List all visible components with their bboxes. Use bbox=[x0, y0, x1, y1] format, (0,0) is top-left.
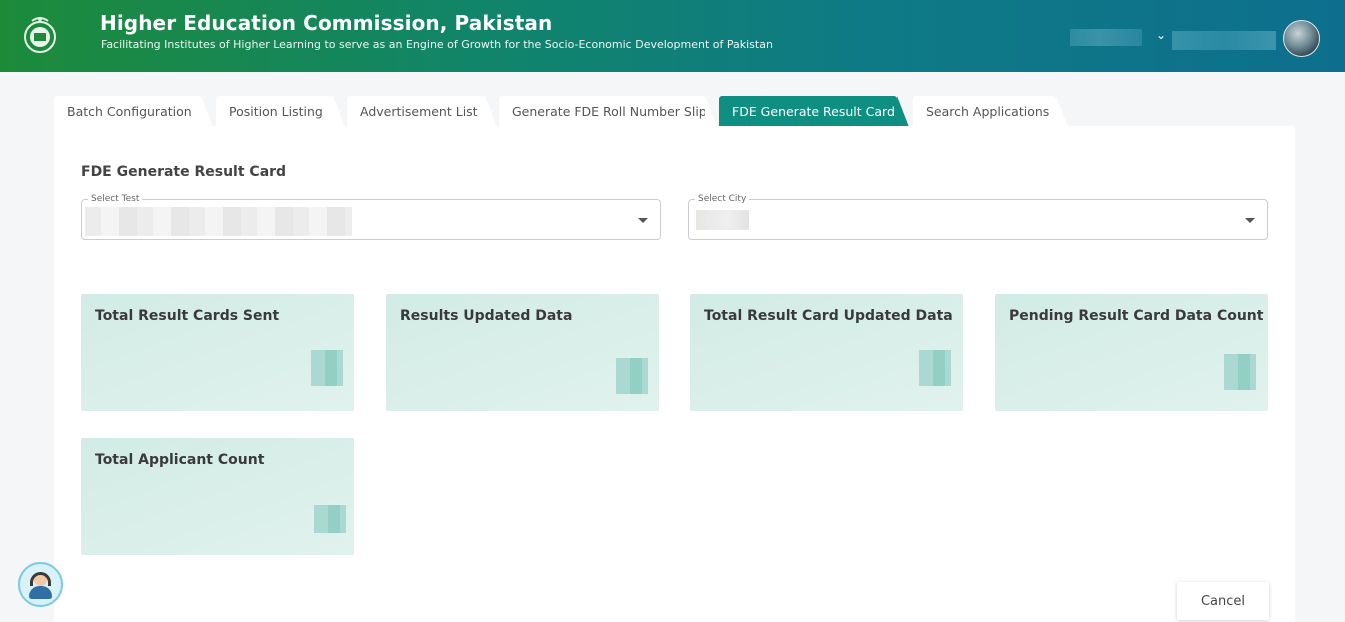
page-title: FDE Generate Result Card bbox=[81, 164, 287, 180]
cancel-button[interactable]: Cancel bbox=[1177, 582, 1269, 620]
selected-city-redacted bbox=[696, 210, 749, 230]
stat-card-results-updated: Results Updated Data bbox=[386, 294, 659, 411]
user-role-redacted[interactable] bbox=[1070, 29, 1142, 46]
stat-card-total-applicant-count: Total Applicant Count bbox=[81, 438, 354, 555]
stat-card-value-redacted bbox=[919, 350, 951, 386]
support-body bbox=[29, 586, 52, 599]
stat-card-result-cards-sent: Total Result Cards Sent bbox=[81, 294, 354, 411]
stat-card-pending-result-card: Pending Result Card Data Count bbox=[995, 294, 1268, 411]
stat-card-value-redacted bbox=[616, 358, 648, 394]
user-name-redacted[interactable] bbox=[1172, 31, 1276, 50]
select-city-label: Select City bbox=[695, 194, 750, 204]
stat-card-title: Total Result Card Updated Data bbox=[704, 308, 953, 324]
headset-icon bbox=[30, 572, 51, 586]
tab-position-listing[interactable]: Position Listing bbox=[216, 96, 345, 127]
select-test-label: Select Test bbox=[88, 194, 143, 204]
chevron-down-icon[interactable]: ⌄ bbox=[1156, 28, 1166, 42]
stat-card-value-redacted bbox=[1224, 354, 1256, 390]
stat-card-value-redacted bbox=[314, 505, 346, 533]
stat-card-title: Total Result Cards Sent bbox=[95, 308, 280, 324]
dropdown-arrow-icon bbox=[638, 218, 648, 223]
app-header: Higher Education Commission, Pakistan Fa… bbox=[0, 0, 1345, 72]
select-city-dropdown[interactable] bbox=[688, 199, 1268, 240]
tab-advertisement-list[interactable]: Advertisement List bbox=[347, 96, 497, 127]
app-subtitle: Facilitating Institutes of Higher Learni… bbox=[101, 38, 773, 51]
stat-card-title: Total Applicant Count bbox=[95, 452, 265, 468]
selected-test-redacted bbox=[85, 207, 352, 236]
dropdown-arrow-icon bbox=[1245, 218, 1255, 223]
stat-card-value-redacted bbox=[311, 350, 343, 386]
stat-card-title: Pending Result Card Data Count bbox=[1009, 308, 1264, 324]
stat-card-result-card-updated: Total Result Card Updated Data bbox=[690, 294, 963, 411]
tab-batch-configuration[interactable]: Batch Configuration bbox=[54, 96, 213, 127]
customer-support-icon[interactable] bbox=[18, 562, 63, 607]
stat-card-title: Results Updated Data bbox=[400, 308, 573, 324]
app-title: Higher Education Commission, Pakistan bbox=[100, 11, 553, 35]
avatar[interactable] bbox=[1283, 20, 1320, 57]
tab-fde-generate-result-card[interactable]: FDE Generate Result Card bbox=[719, 96, 909, 127]
tab-search-applications[interactable]: Search Applications bbox=[913, 96, 1068, 127]
hec-logo-icon[interactable] bbox=[20, 13, 60, 59]
select-test-dropdown[interactable] bbox=[81, 199, 661, 240]
tab-generate-roll-number-slip[interactable]: Generate FDE Roll Number Slip bbox=[499, 96, 717, 127]
